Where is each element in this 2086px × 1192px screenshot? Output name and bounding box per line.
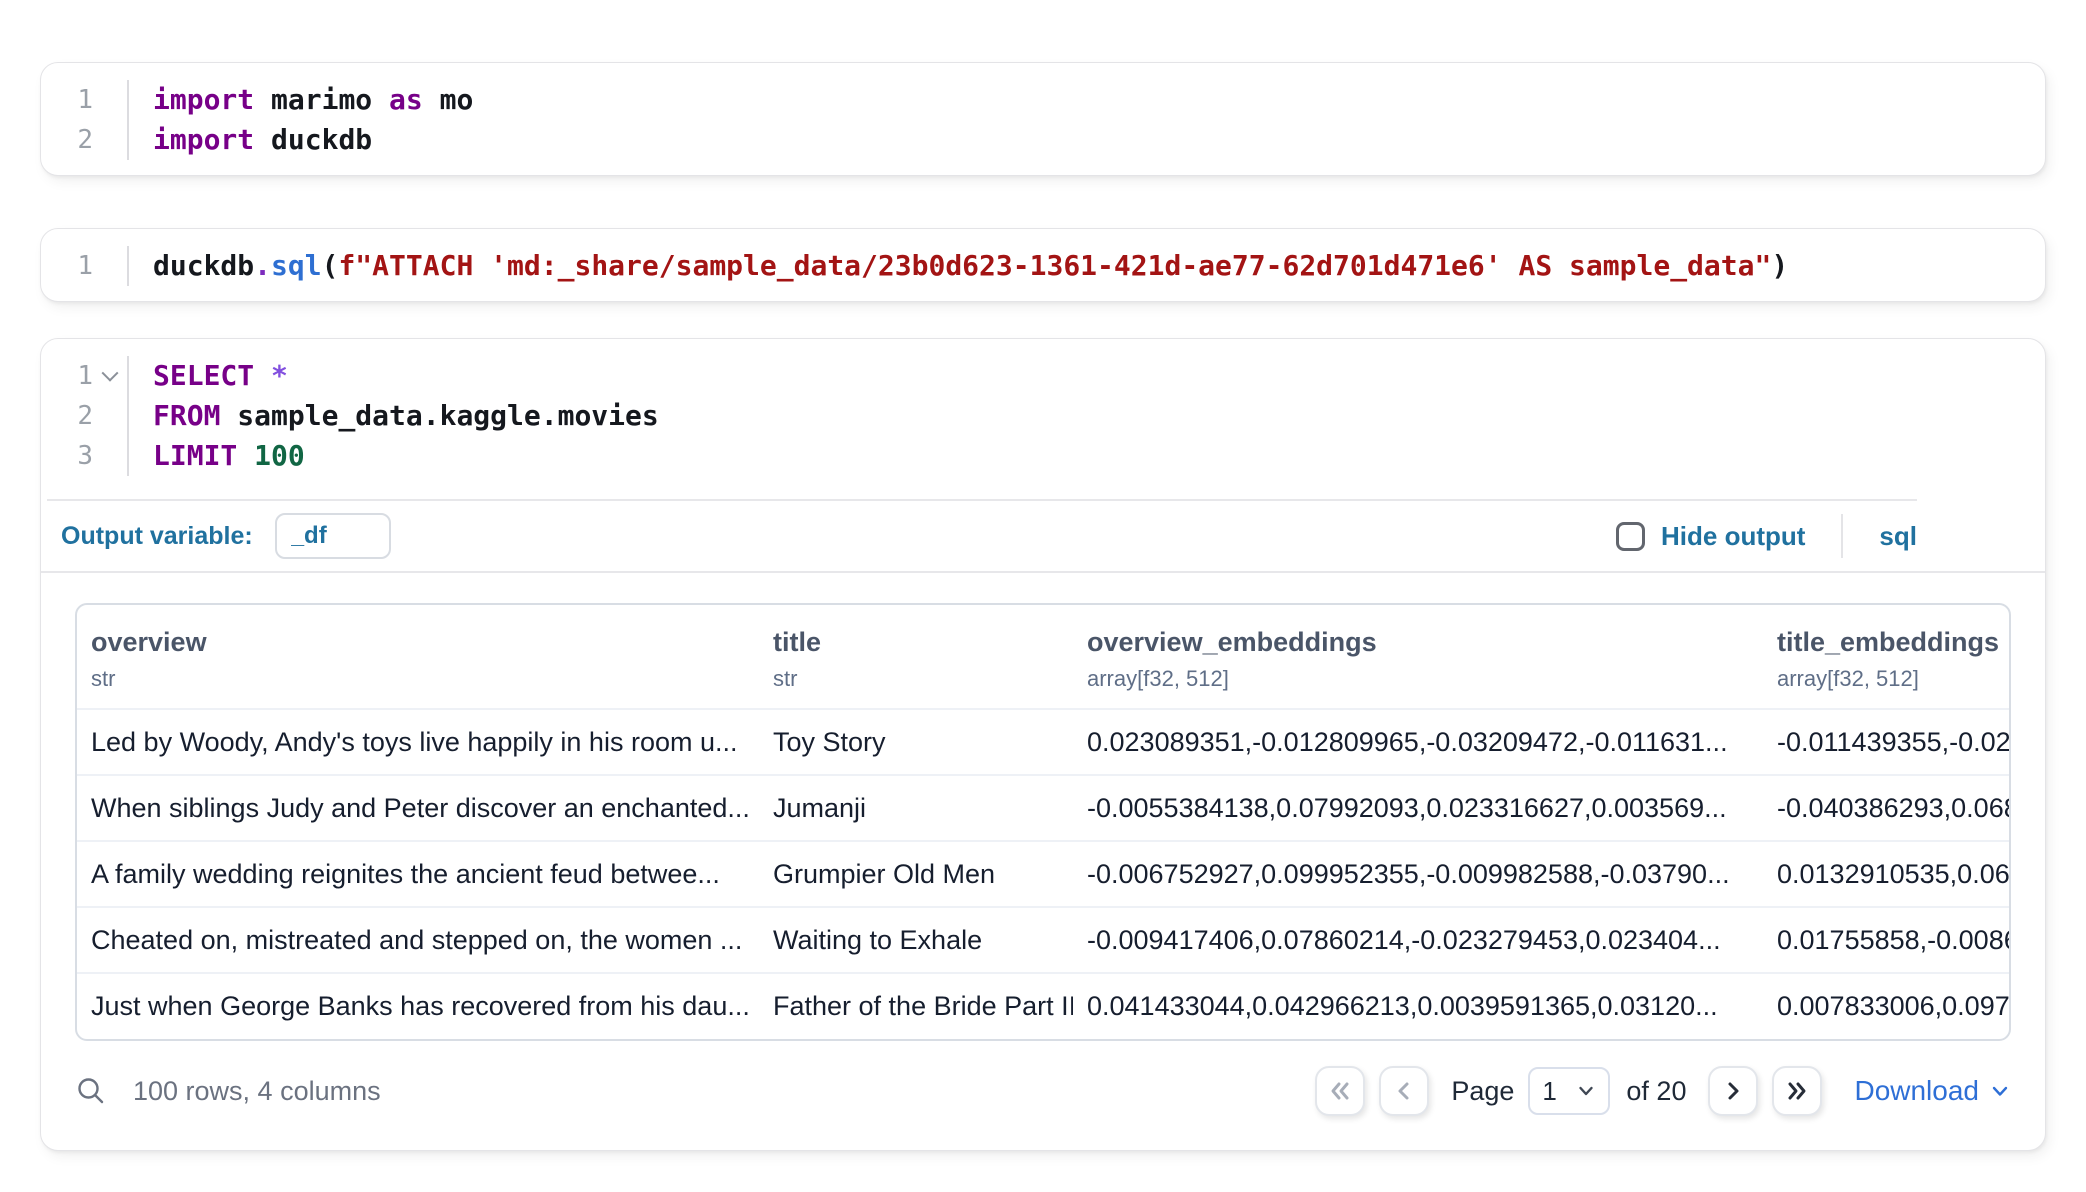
table-cell: 0.007833006,0.097801...: [1763, 973, 2009, 1039]
table-row[interactable]: A family wedding reignites the ancient f…: [77, 841, 2009, 907]
column-header-overview[interactable]: overview str: [77, 605, 759, 709]
sql-cell[interactable]: 1SELECT *2FROM sample_data.kaggle.movies…: [40, 338, 2046, 1151]
table-cell: -0.011439355,-0.02752...: [1763, 709, 2009, 775]
column-type: array[f32, 512]: [1087, 666, 1749, 692]
column-header-title[interactable]: title str: [759, 605, 1073, 709]
table-cell: A family wedding reignites the ancient f…: [77, 841, 759, 907]
code-text[interactable]: SELECT *: [127, 356, 2045, 396]
table-status: 100 rows, 4 columns: [133, 1076, 381, 1107]
column-header-overview_embeddings[interactable]: overview_embeddings array[f32, 512]: [1073, 605, 1763, 709]
download-button[interactable]: Download: [1854, 1075, 2011, 1107]
chevron-right-icon: [1718, 1076, 1748, 1106]
prev-page-button[interactable]: [1379, 1066, 1429, 1116]
table-cell: 0.041433044,0.042966213,0.0039591365,0.0…: [1073, 973, 1763, 1039]
download-chevron-icon: [1989, 1080, 2011, 1102]
results-table-container: overview str title str overview_embeddingsar…: [75, 603, 2011, 1041]
table-footer: 100 rows, 4 columns Page 1: [75, 1041, 2011, 1150]
table-cell: 0.0132910535,0.06958...: [1763, 841, 2009, 907]
line-number: 2: [41, 120, 127, 160]
table-cell: Grumpier Old Men: [759, 841, 1073, 907]
table-row[interactable]: Cheated on, mistreated and stepped on, t…: [77, 907, 2009, 973]
chevron-down-icon: [1576, 1081, 1596, 1101]
code-text[interactable]: FROM sample_data.kaggle.movies: [127, 396, 2045, 436]
column-header-title_embeddings[interactable]: title_embeddings array[f32, 512]: [1763, 605, 2009, 709]
column-type: array[f32, 512]: [1777, 666, 1995, 692]
vertical-divider: [1841, 514, 1843, 558]
table-cell: Jumanji: [759, 775, 1073, 841]
table-cell: Just when George Banks has recovered fro…: [77, 973, 759, 1039]
table-cell: Led by Woody, Andy's toys live happily i…: [77, 709, 759, 775]
line-number: 1: [41, 80, 127, 120]
page-count-label: of 20: [1626, 1076, 1686, 1107]
output-variable-label: Output variable:: [61, 522, 253, 551]
line-number: 3: [41, 436, 127, 476]
table-cell: -0.0055384138,0.07992093,0.023316627,0.0…: [1073, 775, 1763, 841]
panel-divider: [41, 571, 2045, 573]
code-line[interactable]: 2import duckdb: [41, 120, 2045, 160]
download-label: Download: [1854, 1075, 1979, 1107]
code-editor[interactable]: 1import marimo as mo2import duckdb: [41, 63, 2045, 175]
chevrons-right-icon: [1782, 1076, 1812, 1106]
chevrons-left-icon: [1325, 1076, 1355, 1106]
column-type: str: [91, 666, 745, 692]
table-cell: 0.01755858,-0.0086286...: [1763, 907, 2009, 973]
line-number: 1: [41, 356, 127, 396]
pagination: Page 1 of 20: [1315, 1066, 2011, 1116]
table-row[interactable]: When siblings Judy and Peter discover an…: [77, 775, 2009, 841]
fold-chevron-icon[interactable]: [102, 365, 119, 382]
column-name: title: [773, 627, 1059, 658]
page-select[interactable]: 1: [1528, 1067, 1610, 1115]
line-number: 2: [41, 396, 127, 436]
table-cell: 0.023089351,-0.012809965,-0.03209472,-0.…: [1073, 709, 1763, 775]
code-line[interactable]: 2FROM sample_data.kaggle.movies: [41, 396, 2045, 436]
column-name: overview_embeddings: [1087, 627, 1749, 658]
column-type: str: [773, 666, 1059, 692]
hide-output-checkbox[interactable]: [1616, 522, 1645, 551]
output-variable-row: Output variable: Hide output sql: [41, 501, 2045, 571]
search-icon[interactable]: [75, 1075, 107, 1107]
table-cell: -0.006752927,0.099952355,-0.009982588,-0…: [1073, 841, 1763, 907]
table-cell: Father of the Bride Part II: [759, 973, 1073, 1039]
column-name: title_embeddings: [1777, 627, 1995, 658]
table-row[interactable]: Just when George Banks has recovered fro…: [77, 973, 2009, 1039]
table-cell: When siblings Judy and Peter discover an…: [77, 775, 759, 841]
code-text[interactable]: duckdb.sql(f"ATTACH 'md:_share/sample_da…: [127, 246, 2045, 286]
chevron-left-icon: [1389, 1076, 1419, 1106]
code-editor[interactable]: 1duckdb.sql(f"ATTACH 'md:_share/sample_d…: [41, 229, 2045, 301]
page-select-value: 1: [1542, 1076, 1556, 1107]
code-cell-imports[interactable]: 1import marimo as mo2import duckdb: [40, 62, 2046, 176]
first-page-button[interactable]: [1315, 1066, 1365, 1116]
table-cell: Waiting to Exhale: [759, 907, 1073, 973]
code-text[interactable]: import marimo as mo: [127, 80, 2045, 120]
next-page-button[interactable]: [1708, 1066, 1758, 1116]
code-editor[interactable]: 1SELECT *2FROM sample_data.kaggle.movies…: [41, 339, 2045, 491]
table-cell: Toy Story: [759, 709, 1073, 775]
code-text[interactable]: LIMIT 100: [127, 436, 2045, 476]
code-line[interactable]: 3LIMIT 100: [41, 436, 2045, 476]
last-page-button[interactable]: [1772, 1066, 1822, 1116]
code-cell-attach[interactable]: 1duckdb.sql(f"ATTACH 'md:_share/sample_d…: [40, 228, 2046, 302]
code-line[interactable]: 1import marimo as mo: [41, 80, 2045, 120]
column-name: overview: [91, 627, 745, 658]
code-text[interactable]: import duckdb: [127, 120, 2045, 160]
table-cell: -0.040386293,0.068451...: [1763, 775, 2009, 841]
code-line[interactable]: 1SELECT *: [41, 356, 2045, 396]
results-table: overview str title str overview_embeddingsar…: [77, 605, 2009, 1039]
table-cell: -0.009417406,0.07860214,-0.023279453,0.0…: [1073, 907, 1763, 973]
line-number: 1: [41, 246, 127, 286]
table-cell: Cheated on, mistreated and stepped on, t…: [77, 907, 759, 973]
page-label: Page: [1451, 1076, 1514, 1107]
hide-output-label[interactable]: Hide output: [1661, 521, 1805, 552]
language-badge[interactable]: sql: [1879, 521, 1917, 552]
notebook: 1import marimo as mo2import duckdb 1duck…: [0, 0, 2086, 1151]
code-line[interactable]: 1duckdb.sql(f"ATTACH 'md:_share/sample_d…: [41, 246, 2045, 286]
output-variable-input[interactable]: [275, 513, 391, 559]
table-row[interactable]: Led by Woody, Andy's toys live happily i…: [77, 709, 2009, 775]
